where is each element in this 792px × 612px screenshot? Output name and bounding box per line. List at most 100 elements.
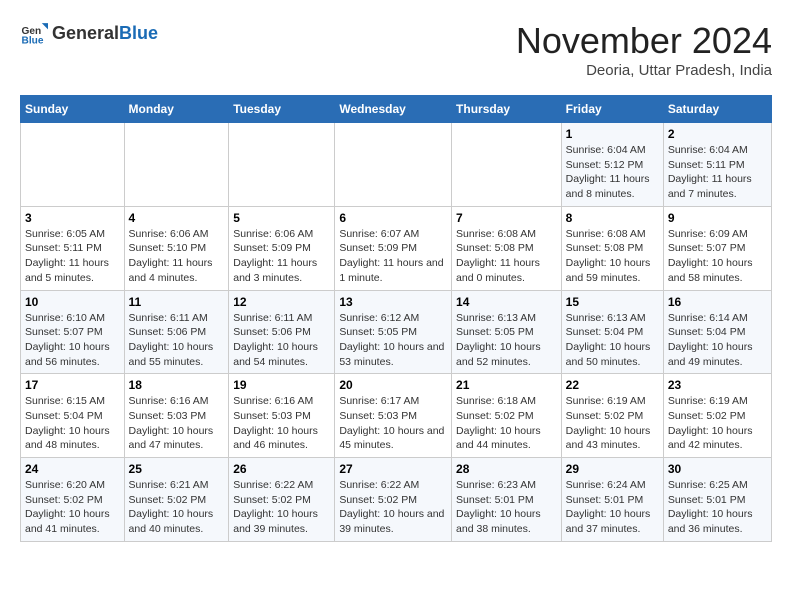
day-number: 26 <box>233 462 330 476</box>
day-info: Sunrise: 6:11 AM Sunset: 5:06 PM Dayligh… <box>129 311 225 370</box>
day-cell: 26 Sunrise: 6:22 AM Sunset: 5:02 PM Dayli… <box>229 458 335 542</box>
column-header-thursday: Thursday <box>452 96 562 123</box>
day-info: Sunrise: 6:10 AM Sunset: 5:07 PM Dayligh… <box>25 311 120 370</box>
day-cell: 28 Sunrise: 6:23 AM Sunset: 5:01 PM Dayli… <box>452 458 562 542</box>
day-number: 20 <box>339 378 447 392</box>
page-header: Gen Blue GeneralBlue November 2024 Deori… <box>20 20 772 79</box>
logo: Gen Blue GeneralBlue <box>20 20 158 48</box>
day-info: Sunrise: 6:20 AM Sunset: 5:02 PM Dayligh… <box>25 478 120 537</box>
week-row-2: 3Sunrise: 6:05 AM Sunset: 5:11 PM Daylig… <box>21 206 772 290</box>
week-row-4: 17Sunrise: 6:15 AM Sunset: 5:04 PM Dayli… <box>21 374 772 458</box>
day-cell: 17Sunrise: 6:15 AM Sunset: 5:04 PM Dayli… <box>21 374 125 458</box>
day-number: 23 <box>668 378 767 392</box>
day-number: 30 <box>668 462 767 476</box>
day-info: Sunrise: 6:11 AM Sunset: 5:06 PM Dayligh… <box>233 311 330 370</box>
calendar-header: SundayMondayTuesdayWednesdayThursdayFrid… <box>21 96 772 123</box>
day-info: Sunrise: 6:23 AM Sunset: 5:01 PM Dayligh… <box>456 478 557 537</box>
day-number: 10 <box>25 295 120 309</box>
day-number: 17 <box>25 378 120 392</box>
logo-icon: Gen Blue <box>20 20 48 48</box>
column-header-sunday: Sunday <box>21 96 125 123</box>
week-row-1: 1Sunrise: 6:04 AM Sunset: 5:12 PM Daylig… <box>21 123 772 207</box>
day-number: 28 <box>456 462 557 476</box>
day-number: 4 <box>129 211 225 225</box>
column-header-friday: Friday <box>561 96 663 123</box>
day-cell: 5 Sunrise: 6:06 AM Sunset: 5:09 PM Daylig… <box>229 206 335 290</box>
day-info: Sunrise: 6:12 AM Sunset: 5:05 PM Dayligh… <box>339 311 447 370</box>
day-number: 5 <box>233 211 330 225</box>
day-cell: 21Sunrise: 6:18 AM Sunset: 5:02 PM Dayli… <box>452 374 562 458</box>
day-number: 15 <box>566 295 659 309</box>
day-number: 8 <box>566 211 659 225</box>
day-cell: 20 Sunrise: 6:17 AM Sunset: 5:03 PM Dayli… <box>335 374 452 458</box>
day-info: Sunrise: 6:08 AM Sunset: 5:08 PM Dayligh… <box>456 227 557 286</box>
day-cell: 14 Sunrise: 6:13 AM Sunset: 5:05 PM Dayli… <box>452 290 562 374</box>
column-header-tuesday: Tuesday <box>229 96 335 123</box>
calendar-title: November 2024 <box>516 20 772 62</box>
day-cell: 16 Sunrise: 6:14 AM Sunset: 5:04 PM Dayli… <box>663 290 771 374</box>
day-cell: 7 Sunrise: 6:08 AM Sunset: 5:08 PM Daylig… <box>452 206 562 290</box>
header-row: SundayMondayTuesdayWednesdayThursdayFrid… <box>21 96 772 123</box>
day-info: Sunrise: 6:06 AM Sunset: 5:09 PM Dayligh… <box>233 227 330 286</box>
calendar-body: 1Sunrise: 6:04 AM Sunset: 5:12 PM Daylig… <box>21 123 772 542</box>
day-info: Sunrise: 6:16 AM Sunset: 5:03 PM Dayligh… <box>129 394 225 453</box>
day-info: Sunrise: 6:19 AM Sunset: 5:02 PM Dayligh… <box>668 394 767 453</box>
day-cell: 25 Sunrise: 6:21 AM Sunset: 5:02 PM Dayli… <box>124 458 229 542</box>
day-cell <box>21 123 125 207</box>
day-number: 24 <box>25 462 120 476</box>
week-row-5: 24 Sunrise: 6:20 AM Sunset: 5:02 PM Dayli… <box>21 458 772 542</box>
day-number: 19 <box>233 378 330 392</box>
day-cell: 29Sunrise: 6:24 AM Sunset: 5:01 PM Dayli… <box>561 458 663 542</box>
day-cell <box>452 123 562 207</box>
day-number: 3 <box>25 211 120 225</box>
day-cell <box>124 123 229 207</box>
day-info: Sunrise: 6:21 AM Sunset: 5:02 PM Dayligh… <box>129 478 225 537</box>
day-cell: 24 Sunrise: 6:20 AM Sunset: 5:02 PM Dayli… <box>21 458 125 542</box>
calendar-table: SundayMondayTuesdayWednesdayThursdayFrid… <box>20 95 772 542</box>
day-number: 18 <box>129 378 225 392</box>
day-info: Sunrise: 6:22 AM Sunset: 5:02 PM Dayligh… <box>339 478 447 537</box>
day-info: Sunrise: 6:25 AM Sunset: 5:01 PM Dayligh… <box>668 478 767 537</box>
day-info: Sunrise: 6:06 AM Sunset: 5:10 PM Dayligh… <box>129 227 225 286</box>
day-number: 9 <box>668 211 767 225</box>
day-cell: 1Sunrise: 6:04 AM Sunset: 5:12 PM Daylig… <box>561 123 663 207</box>
day-info: Sunrise: 6:08 AM Sunset: 5:08 PM Dayligh… <box>566 227 659 286</box>
svg-text:Blue: Blue <box>22 35 44 46</box>
calendar-subtitle: Deoria, Uttar Pradesh, India <box>516 62 772 79</box>
day-number: 25 <box>129 462 225 476</box>
day-info: Sunrise: 6:09 AM Sunset: 5:07 PM Dayligh… <box>668 227 767 286</box>
column-header-monday: Monday <box>124 96 229 123</box>
day-cell: 10 Sunrise: 6:10 AM Sunset: 5:07 PM Dayli… <box>21 290 125 374</box>
day-cell: 8 Sunrise: 6:08 AM Sunset: 5:08 PM Daylig… <box>561 206 663 290</box>
column-header-wednesday: Wednesday <box>335 96 452 123</box>
day-number: 14 <box>456 295 557 309</box>
day-info: Sunrise: 6:13 AM Sunset: 5:05 PM Dayligh… <box>456 311 557 370</box>
day-info: Sunrise: 6:17 AM Sunset: 5:03 PM Dayligh… <box>339 394 447 453</box>
day-number: 7 <box>456 211 557 225</box>
day-cell: 3Sunrise: 6:05 AM Sunset: 5:11 PM Daylig… <box>21 206 125 290</box>
day-cell: 4 Sunrise: 6:06 AM Sunset: 5:10 PM Daylig… <box>124 206 229 290</box>
day-info: Sunrise: 6:22 AM Sunset: 5:02 PM Dayligh… <box>233 478 330 537</box>
day-cell: 18 Sunrise: 6:16 AM Sunset: 5:03 PM Dayli… <box>124 374 229 458</box>
day-cell: 6 Sunrise: 6:07 AM Sunset: 5:09 PM Daylig… <box>335 206 452 290</box>
day-info: Sunrise: 6:13 AM Sunset: 5:04 PM Dayligh… <box>566 311 659 370</box>
day-number: 6 <box>339 211 447 225</box>
day-info: Sunrise: 6:19 AM Sunset: 5:02 PM Dayligh… <box>566 394 659 453</box>
day-number: 27 <box>339 462 447 476</box>
week-row-3: 10 Sunrise: 6:10 AM Sunset: 5:07 PM Dayli… <box>21 290 772 374</box>
day-cell: 27 Sunrise: 6:22 AM Sunset: 5:02 PM Dayli… <box>335 458 452 542</box>
day-cell: 19Sunrise: 6:16 AM Sunset: 5:03 PM Dayli… <box>229 374 335 458</box>
day-info: Sunrise: 6:07 AM Sunset: 5:09 PM Dayligh… <box>339 227 447 286</box>
day-number: 13 <box>339 295 447 309</box>
day-cell: 22Sunrise: 6:19 AM Sunset: 5:02 PM Dayli… <box>561 374 663 458</box>
day-number: 2 <box>668 127 767 141</box>
day-info: Sunrise: 6:14 AM Sunset: 5:04 PM Dayligh… <box>668 311 767 370</box>
day-cell <box>335 123 452 207</box>
day-cell: 12 Sunrise: 6:11 AM Sunset: 5:06 PM Dayli… <box>229 290 335 374</box>
day-number: 1 <box>566 127 659 141</box>
day-cell <box>229 123 335 207</box>
day-number: 16 <box>668 295 767 309</box>
day-number: 21 <box>456 378 557 392</box>
day-cell: 2Sunrise: 6:04 AM Sunset: 5:11 PM Daylig… <box>663 123 771 207</box>
day-number: 12 <box>233 295 330 309</box>
